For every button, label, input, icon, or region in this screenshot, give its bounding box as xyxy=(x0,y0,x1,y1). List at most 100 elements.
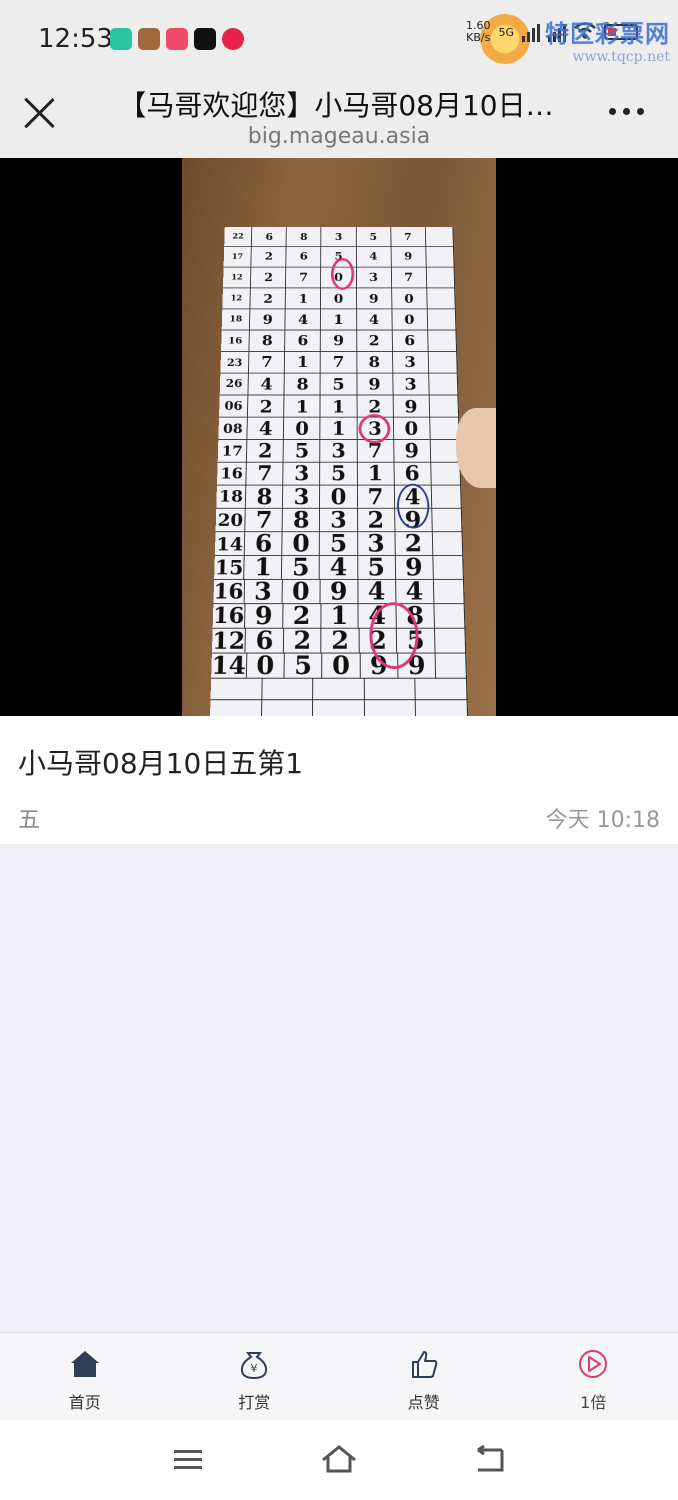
grid-cell xyxy=(261,678,314,700)
grid-cell: 3 xyxy=(244,578,283,606)
grid-cell: 2 xyxy=(248,395,285,417)
grid-cell: 1 xyxy=(285,351,322,373)
grid-cell: 9 xyxy=(393,395,430,417)
tab-speed[interactable]: 1倍 xyxy=(509,1333,678,1420)
tab-reward-label: 打赏 xyxy=(238,1393,271,1412)
grid-cell: 3 xyxy=(320,439,358,463)
grid-row-label: 20 xyxy=(215,508,247,532)
grid-cell xyxy=(425,247,455,267)
grid-row-label: 12 xyxy=(211,626,247,655)
grid-cell: 3 xyxy=(356,267,392,288)
grid-row: 26 4 8 5 9 3 xyxy=(219,373,459,396)
grid-cell: 9 xyxy=(356,373,394,395)
close-icon[interactable] xyxy=(22,96,56,130)
pen-circle-mark xyxy=(396,483,430,529)
grid-row-label: 18 xyxy=(221,309,251,330)
grid-cell: 4 xyxy=(320,554,358,582)
app-notification-icon xyxy=(222,28,244,50)
grid-cell: 0 xyxy=(393,417,431,440)
grid-cell xyxy=(428,351,458,373)
tab-like-label: 点赞 xyxy=(407,1393,440,1412)
signal-icon xyxy=(522,22,540,42)
grid-cell: 7 xyxy=(321,351,357,373)
grid-cell: 4 xyxy=(395,578,435,606)
grid-cell: 0 xyxy=(391,288,428,309)
grid-cell: 6 xyxy=(245,530,283,558)
grid-cell: 4 xyxy=(285,309,322,330)
grid-cell: 4 xyxy=(356,309,393,330)
reward-icon: ¥ xyxy=(237,1347,271,1381)
grid-cell xyxy=(364,700,417,716)
grid-row: 06 2 1 1 2 9 xyxy=(219,395,459,418)
grid-cell: 0 xyxy=(282,530,321,558)
grid-cell: 1 xyxy=(284,395,321,417)
grid-row: 14 6 0 5 3 2 xyxy=(214,530,464,558)
grid-cell xyxy=(431,508,463,532)
back-icon[interactable] xyxy=(472,1444,506,1476)
notification-icons xyxy=(110,28,244,50)
grid-cell: 2 xyxy=(395,530,433,558)
grid-cell: 1 xyxy=(321,309,357,330)
grid-row-label: 22 xyxy=(224,226,253,247)
grid-row: 16 3 0 9 4 4 xyxy=(213,578,465,606)
grid-row-empty xyxy=(209,700,469,716)
grid-row-label: 17 xyxy=(223,247,253,267)
grid-cell: 9 xyxy=(250,309,287,330)
grid-row: 23 7 1 7 8 3 xyxy=(220,351,458,374)
grid-cell: 1 xyxy=(320,417,358,440)
grid-cell: 2 xyxy=(251,267,287,288)
browser-nav-bar: 【马哥欢迎您】小马哥08月10日… big.mageau.asia xyxy=(0,80,678,158)
grid-cell: 5 xyxy=(283,439,321,463)
grid-row-label: 26 xyxy=(219,373,250,395)
video-player[interactable]: 22 6 8 3 5 7 17 2 6 5 4 9 12 2 7 0 3 7 12 2 1 0 9 0 18 9 4 1 4 0 16 8 6 9… xyxy=(0,158,678,716)
tab-like[interactable]: 点赞 xyxy=(339,1333,509,1420)
grid-cell: 7 xyxy=(390,226,426,247)
grid-cell: 4 xyxy=(356,247,392,267)
bottom-toolbar: 首页 ¥ 打赏 点赞 1倍 xyxy=(0,1332,678,1420)
home-icon xyxy=(68,1347,102,1381)
grid-cell: 5 xyxy=(320,373,358,395)
network-type: 5G xyxy=(498,25,514,39)
thumbs-up-icon xyxy=(407,1347,441,1381)
grid-cell: 2 xyxy=(250,288,287,309)
grid-cell xyxy=(428,373,459,395)
net-speed-unit: KB/s xyxy=(466,31,491,44)
grid-cell: 8 xyxy=(284,373,322,395)
grid-cell: 9 xyxy=(393,439,431,463)
app-notification-icon xyxy=(110,28,132,50)
hand-with-pen xyxy=(456,408,496,488)
post-time: 今天 10:18 xyxy=(545,808,660,833)
grid-cell: 0 xyxy=(246,652,285,681)
grid-cell xyxy=(364,678,417,700)
grid-row-label: 18 xyxy=(216,485,247,508)
grid-row-label: 16 xyxy=(216,462,248,485)
net-speed: 1.60 KB/s xyxy=(466,20,491,44)
grid-row-label: 17 xyxy=(217,439,248,462)
grid-cell: 9 xyxy=(395,554,434,582)
grid-row-label: 16 xyxy=(221,330,251,352)
post-card: 小马哥08月10日五第1 五 今天 10:18 xyxy=(0,716,678,844)
tab-home[interactable]: 首页 xyxy=(0,1333,170,1420)
post-tag[interactable]: 五 xyxy=(18,802,40,834)
playback-speed-icon xyxy=(576,1347,610,1381)
grid-cell: 8 xyxy=(282,507,321,533)
menu-icon[interactable] xyxy=(172,1444,206,1476)
grid-row: 16 9 2 1 4 8 xyxy=(212,602,466,631)
grid-row-empty xyxy=(210,678,468,701)
grid-cell xyxy=(415,678,468,700)
grid-cell: 9 xyxy=(356,288,392,309)
tab-reward[interactable]: ¥ 打赏 xyxy=(170,1333,340,1420)
grid-cell: 9 xyxy=(391,247,427,267)
grid-cell: 9 xyxy=(320,578,359,606)
home-nav-icon[interactable] xyxy=(320,1444,356,1476)
grid-cell: 1 xyxy=(244,554,283,582)
watermark: 特区彩票网 www.tqcp.net xyxy=(545,14,670,65)
grid-cell: 2 xyxy=(282,602,321,631)
pen-circle-mark xyxy=(330,258,355,290)
grid-cell: 2 xyxy=(356,330,393,352)
grid-cell: 5 xyxy=(356,226,392,247)
more-options-icon[interactable] xyxy=(609,108,644,115)
grid-cell: 3 xyxy=(283,484,321,510)
grid-cell xyxy=(434,628,467,653)
post-title: 小马哥08月10日五第1 xyxy=(18,747,304,780)
